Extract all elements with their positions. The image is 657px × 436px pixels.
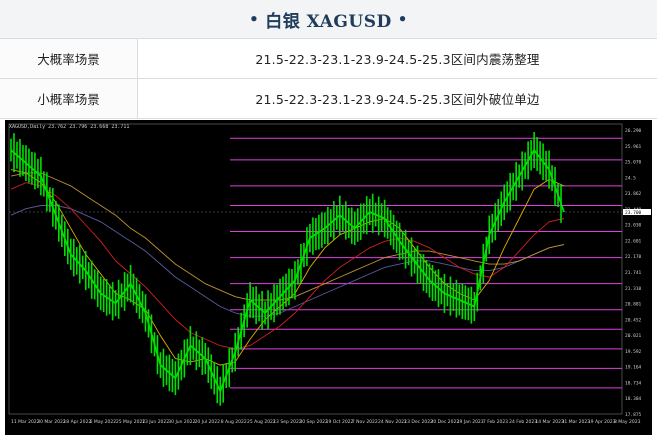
- page-title: • 白银 XAGUSD •: [0, 0, 657, 39]
- date-tick-label: 24 Feb 2023: [509, 419, 537, 425]
- date-tick-label: 6 May 2022: [90, 419, 117, 425]
- price-tick-label: 21.741: [625, 270, 642, 276]
- table-row: 大概率场景 21.5-22.3-23.1-23.9-24.5-25.3区间内震荡…: [0, 39, 657, 79]
- page: • 白银 XAGUSD • 大概率场景 21.5-22.3-23.1-23.9-…: [0, 0, 657, 436]
- date-tick-label: 25 Aug 2022: [247, 419, 276, 425]
- date-tick-label: 30 Sep 2022: [299, 419, 328, 425]
- date-tick-label: 7 Feb 2023: [483, 419, 508, 425]
- price-tick-label: 17.875: [625, 412, 642, 418]
- chart-frame: [8, 123, 623, 415]
- date-tick-label: 20 Jul 2022: [195, 419, 221, 425]
- title-bullet-right: •: [397, 10, 408, 28]
- price-tick-label: 24.5: [625, 175, 636, 181]
- price-tick-label: 26.290: [625, 128, 642, 134]
- price-tick-label: 22.170: [625, 254, 642, 260]
- price-tick-label: 25.070: [625, 160, 642, 166]
- chart-info: XAGUSD,Daily 23.762 23.796 23.668 23.711: [9, 124, 129, 130]
- date-tick-label: 19 Jan 2023: [457, 419, 484, 425]
- scenario-table: 大概率场景 21.5-22.3-23.1-23.9-24.5-25.3区间内震荡…: [0, 39, 657, 119]
- price-tick-label: 21.310: [625, 286, 642, 292]
- title-text: 白银 XAGUSD: [265, 11, 392, 32]
- date-tick-label: 19 Oct 2022: [326, 419, 354, 425]
- date-tick-label: 13 Sep 2022: [273, 419, 302, 425]
- date-tick-label: 8 May 2023: [614, 419, 641, 425]
- table-row: 小概率场景 21.5-22.3-23.1-23.9-24.5-25.3区间外破位…: [0, 78, 657, 119]
- date-tick-label: 30 Mar 2022: [37, 419, 66, 425]
- date-tick-label: 31 Mar 2023: [562, 419, 591, 425]
- title-bullet-left: •: [249, 10, 260, 28]
- scenario-label: 大概率场景: [0, 39, 138, 79]
- price-tick-label: 23.030: [625, 223, 642, 229]
- date-tick-label: 8 Aug 2022: [221, 419, 247, 425]
- price-tick-label: 19.164: [625, 365, 642, 371]
- scenario-label: 小概率场景: [0, 78, 138, 119]
- date-tick-label: 7 Nov 2022: [352, 419, 378, 425]
- price-tick-label: 20.021: [625, 333, 642, 339]
- price-tick-label: 20.881: [625, 302, 642, 308]
- price-tick-label: 19.592: [625, 349, 642, 355]
- price-tick-label: 22.601: [625, 238, 642, 244]
- scenario-text: 21.5-22.3-23.1-23.9-24.5-25.3区间外破位单边: [137, 78, 657, 119]
- current-price-label: 23.700: [625, 210, 642, 216]
- price-chart: XAGUSD,Daily 23.762 23.796 23.668 23.711…: [5, 120, 652, 435]
- date-tick-label: 25 May 2022: [116, 419, 145, 425]
- date-tick-label: 30 Dec 2022: [430, 419, 459, 425]
- date-tick-label: 18 Apr 2022: [63, 419, 91, 425]
- price-tick-label: 25.961: [625, 144, 642, 150]
- date-tick-label: 30 Jun 2022: [168, 419, 195, 425]
- scenario-text: 21.5-22.3-23.1-23.9-24.5-25.3区间内震荡整理: [137, 39, 657, 79]
- price-tick-label: 23.862: [625, 191, 642, 197]
- date-tick-label: 19 Apr 2023: [588, 419, 616, 425]
- date-tick-label: 13 Jun 2022: [142, 419, 169, 425]
- date-tick-label: 24 Nov 2022: [378, 419, 407, 425]
- price-tick-label: 20.452: [625, 317, 642, 323]
- date-tick-label: 11 Mar 2022: [11, 419, 40, 425]
- date-tick-label: 13 Dec 2022: [404, 419, 433, 425]
- price-tick-label: 18.304: [625, 396, 642, 402]
- date-tick-label: 14 Mar 2023: [535, 419, 564, 425]
- price-tick-label: 18.734: [625, 380, 642, 386]
- chart-svg: XAGUSD,Daily 23.762 23.796 23.668 23.711…: [8, 123, 651, 425]
